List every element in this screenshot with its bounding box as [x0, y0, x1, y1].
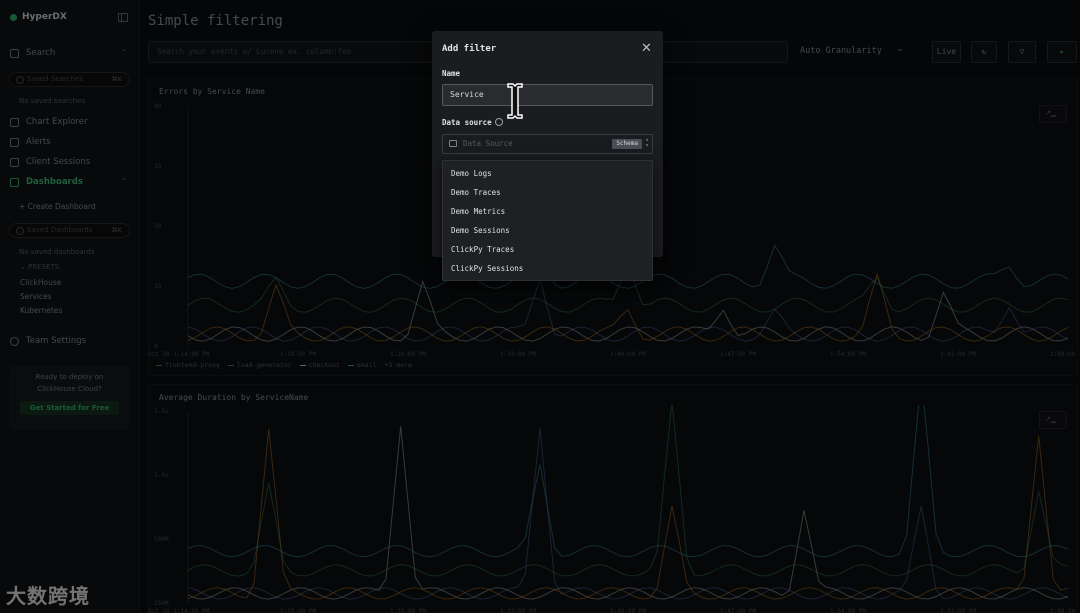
- option-demo-logs[interactable]: Demo Logs: [451, 169, 492, 178]
- data-source-label: Data source: [442, 118, 503, 127]
- data-source-dropdown: Demo Logs Demo Traces Demo Metrics Demo …: [442, 160, 653, 281]
- select-arrows-icon: ▴ ▾: [645, 136, 649, 149]
- option-demo-metrics[interactable]: Demo Metrics: [451, 207, 505, 216]
- name-label: Name: [442, 69, 461, 78]
- schema-badge[interactable]: Schema: [612, 139, 642, 149]
- option-demo-sessions[interactable]: Demo Sessions: [451, 226, 510, 235]
- filter-name-input[interactable]: Service: [442, 84, 653, 106]
- data-source-select[interactable]: Data Source Schema ▴ ▾: [442, 134, 653, 154]
- database-icon: [449, 140, 457, 147]
- data-source-placeholder: Data Source: [463, 139, 513, 148]
- option-clickpy-sessions[interactable]: ClickPy Sessions: [451, 264, 523, 273]
- option-demo-traces[interactable]: Demo Traces: [451, 188, 501, 197]
- option-clickpy-traces[interactable]: ClickPy Traces: [451, 245, 514, 254]
- text-cursor-icon: [507, 83, 523, 119]
- info-icon[interactable]: [494, 118, 503, 126]
- close-icon[interactable]: ✕: [641, 41, 652, 56]
- modal-title: Add filter: [442, 44, 497, 54]
- data-source-label-text: Data source: [442, 118, 492, 127]
